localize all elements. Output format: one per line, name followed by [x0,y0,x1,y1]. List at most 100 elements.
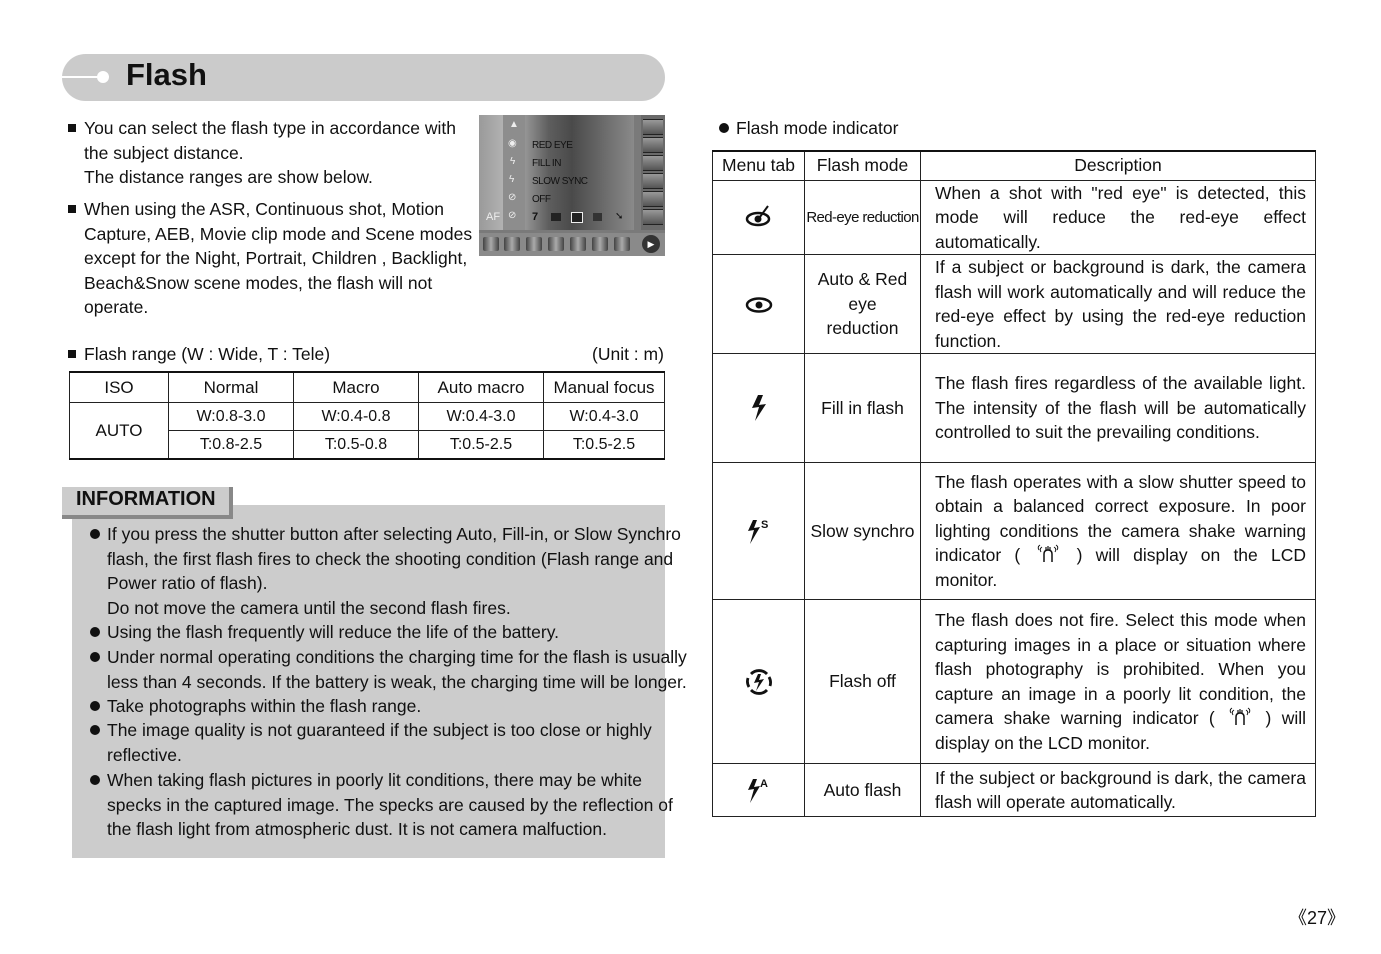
icon-cell [712,179,805,255]
bottom-button [526,237,542,251]
bottom-button [504,237,520,251]
side-button [643,119,663,135]
bullet-icon [90,627,100,637]
lcd-size-icon [593,213,602,221]
table-header-row: ISO Normal Macro Auto macro Manual focus [69,371,665,403]
text-line: Beach&Snow scene modes, the flash will n… [84,272,433,293]
text-line: When taking flash pictures in poorly lit… [107,770,642,790]
red-eye-reduction-icon [745,205,770,227]
text-line: If you press the shutter button after se… [107,524,681,544]
text-line: Do not move the camera until the second … [107,597,511,618]
info-bullet: Using the flash frequently will reduce t… [107,620,559,645]
header-cell: Auto macro [418,371,544,403]
info-bullet: Take photographs within the flash range. [107,694,421,719]
text-line: operate. [84,297,149,318]
table-cell: T:0.5-0.8 [293,430,419,460]
table-header-row: Menu tab Flash mode Description [712,150,1316,181]
text-line: the flash light from atmospheric dust. I… [107,819,607,840]
svg-text:S: S [761,519,768,531]
flash-range-unit: (Unit : m) [592,344,664,364]
square-bullet-icon [68,350,76,358]
text-line: except for the Night, Portrait, Children… [84,248,468,269]
header-cell: Macro [293,371,419,403]
camera-shake-warning-icon [1229,707,1251,725]
bottom-button [570,237,586,251]
slow-synchro-icon: S [747,519,768,544]
icon-cell: S [712,462,805,600]
flash-range-label: Flash range (W : Wide, T : Tele) [84,344,331,364]
text-line: The distance ranges are show below. [84,167,373,188]
bullet-icon [90,775,100,785]
iso-cell: AUTO [69,402,169,460]
flash-range-table: ISO Normal Macro Auto macro Manual focus… [69,371,665,460]
auto-red-eye-icon [745,296,772,313]
information-title: INFORMATION [76,488,216,510]
text-line: Power ratio of flash). [107,573,268,594]
lcd-menu-item: OFF [532,194,551,205]
flash-mode-cell: Fill in flash [804,353,921,463]
side-button [643,155,663,171]
flash-mode-table: Menu tab Flash mode Description Red-eye … [712,150,1316,817]
table-row: S Slow synchro The flash operates with a… [712,462,1316,600]
header-cell: Description [920,150,1316,181]
text-line: less than 4 seconds. If the battery is w… [107,671,687,692]
bottom-button [548,237,564,251]
auto-flash-icon: A [747,778,768,803]
intro-bullet-1: You can select the flash type in accorda… [84,116,456,190]
text-line: the subject distance. [84,142,244,163]
flash-mode-cell: Auto & Red eye reduction [804,254,921,354]
description-cell: If a subject or background is dark, the … [920,254,1316,354]
red-eye-icon: ◉ [508,138,517,149]
flash-off-icon [745,668,772,695]
flash-mode-cell: Flash off [804,599,921,764]
flash-mode-cell: Slow synchro [804,462,921,600]
lcd-metering-icon [571,212,583,223]
description-cell: When a shot with "red eye" is detected, … [920,179,1316,255]
bottom-button [483,237,499,251]
text-line: flash, the first flash fires to check th… [107,548,674,569]
page-title: Flash [126,57,207,92]
side-button [643,137,663,153]
fill-in-flash-icon [751,395,766,421]
square-bullet-icon [68,205,76,213]
flash-mode-cell: Auto flash [804,763,921,817]
page-number: 《27》 [1289,908,1346,928]
info-bullet: The image quality is not guaranteed if t… [107,718,652,767]
flash-off-icon: ⊘ [508,192,517,203]
icon-cell: A [712,763,805,817]
side-button [643,209,663,225]
description-cell: If the subject or background is dark, th… [920,763,1316,817]
flash-off-icon: ⊘ [508,210,517,221]
text-line: When using the ASR, Continuous shot, Mot… [84,199,444,219]
table-row: AUTO W:0.8-3.0 W:0.4-0.8 W:0.4-3.0 W:0.4… [69,402,665,460]
text-line: The image quality is not guaranteed if t… [107,720,652,740]
camera-lcd-illustration: ▲ ◉ ϟ ϟ ⊘ ⊘ RED EYE FILL IN SLOW SYNC OF… [479,115,665,256]
lcd-side-buttons [641,115,665,230]
slow-sync-icon: ϟ [509,174,515,185]
description-cell: The flash does not fire. Select this mod… [920,599,1316,764]
table-row: A Auto flash If the subject or backgroun… [712,763,1316,817]
bullet-icon [90,652,100,662]
lcd-mode-icon: ➘ [615,211,624,222]
text-line: Take photographs within the flash range. [107,696,422,716]
icon-cell [712,353,805,463]
header-cell: Menu tab [712,150,805,181]
flash-mode-cell: Red-eye reduction [804,179,921,255]
info-bullet: When taking flash pictures in poorly lit… [107,768,673,842]
table-row: Auto & Red eye reduction If a subject or… [712,254,1316,354]
icon-cell [712,599,805,764]
table-cell: W:0.4-0.8 [293,402,419,431]
lcd-af-label: AF [486,211,501,223]
table-cell: W:0.8-3.0 [168,402,294,431]
bullet-icon [90,725,100,735]
header-cell: Flash mode [804,150,921,181]
description-cell: The flash fires regardless of the availa… [920,353,1316,463]
up-arrow-icon: ▲ [509,119,519,130]
lcd-icon-column: ▲ ◉ ϟ ϟ ⊘ ⊘ [503,115,525,230]
lcd-quality-icon [551,213,561,221]
side-button [643,173,663,189]
description-cell: The flash operates with a slow shutter s… [920,462,1316,600]
text-line: Capture, AEB, Movie clip mode and Scene … [84,223,473,244]
header-cell: ISO [69,371,169,403]
lcd-menu-item: SLOW SYNC [532,176,588,187]
